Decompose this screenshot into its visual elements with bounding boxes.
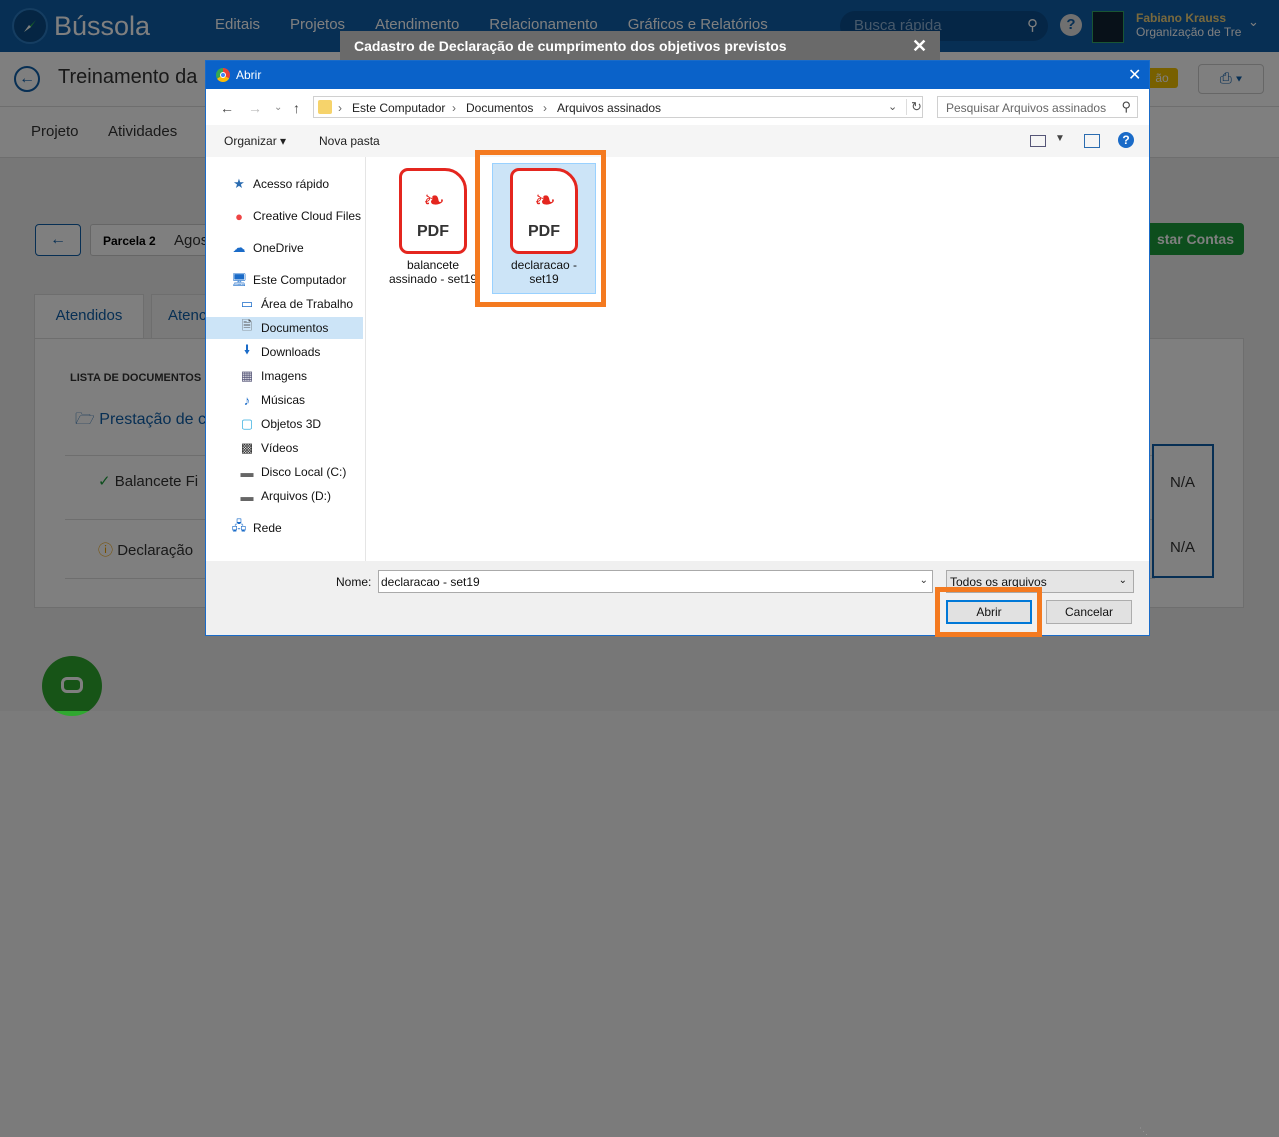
view-icon[interactable]: [1030, 135, 1046, 147]
drive-icon: ▬: [240, 488, 254, 504]
close-icon[interactable]: ✕: [1128, 65, 1141, 85]
chevron-down-icon[interactable]: ⌄: [274, 102, 282, 113]
sidebar-item-este-computador[interactable]: 🖥 Este Computador: [206, 269, 390, 291]
image-icon: ▦: [240, 368, 254, 383]
file-type-label: PDF: [417, 223, 449, 240]
chevron-down-icon[interactable]: ▼: [1055, 133, 1065, 144]
video-icon: ▩: [240, 440, 254, 455]
sidebar-item-label: Vídeos: [261, 441, 299, 455]
sidebar-item-label: Disco Local (C:): [261, 465, 347, 479]
file-highlight-box: [475, 150, 606, 307]
sidebar-item-label: Rede: [253, 521, 282, 535]
file-name: balancete: [406, 258, 460, 272]
sidebar-item-label: Este Computador: [253, 273, 347, 287]
organize-button[interactable]: Organizar ▾: [224, 134, 286, 148]
file-item-balancete[interactable]: ❧ PDF balancete assinado - set19: [388, 167, 478, 294]
refresh-icon[interactable]: ↻: [906, 99, 922, 115]
back-arrow-icon[interactable]: ←: [220, 100, 234, 116]
search-icon: ⚲: [1121, 99, 1131, 114]
sidebar-item-label: Creative Cloud Files: [253, 209, 362, 223]
sidebar-item-label: Imagens: [261, 369, 308, 383]
sidebar-item-label: Acesso rápido: [253, 177, 330, 191]
pdf-file-icon: ❧ PDF: [399, 168, 467, 254]
acrobat-icon: ❧: [423, 185, 445, 215]
sidebar-item-creative-cloud[interactable]: ● Creative Cloud Files: [206, 205, 390, 227]
dialog-titlebar: Abrir ✕: [206, 61, 1149, 89]
open-button-highlight-box: [935, 587, 1042, 637]
chevron-down-icon[interactable]: ⌄: [888, 100, 897, 113]
command-bar: Organizar ▾ Nova pasta ▼ ?: [206, 125, 1149, 157]
sidebar-item-label: Músicas: [261, 393, 306, 407]
sidebar-item-label: OneDrive: [253, 241, 304, 255]
forward-arrow-icon[interactable]: →: [248, 100, 262, 116]
address-bar-row: ← → ⌄ ↑ › Este Computador › Documentos ›…: [206, 89, 1149, 125]
chrome-icon: [216, 68, 230, 82]
open-file-dialog: Abrir ✕ ← → ⌄ ↑ › Este Computador › Docu…: [205, 60, 1150, 1136]
cube-icon: ▢: [240, 416, 254, 431]
sidebar-item-label: Downloads: [261, 345, 321, 359]
breadcrumb-este-computador[interactable]: Este Computador: [352, 101, 445, 115]
close-icon[interactable]: ✕: [912, 36, 927, 57]
dialog-title: Abrir: [236, 68, 262, 82]
filename-value: declaracao - set19: [381, 575, 480, 589]
cancel-button[interactable]: Cancelar: [1046, 600, 1132, 624]
sidebar-item-rede[interactable]: 🖧 Rede: [206, 517, 390, 539]
help-icon[interactable]: ?: [1118, 132, 1134, 148]
sidebar-item-documentos[interactable]: 🗎 Documentos: [206, 317, 363, 339]
breadcrumb-documentos[interactable]: Documentos: [466, 101, 533, 115]
file-name: assinado - set19: [388, 272, 478, 286]
sidebar-item-label: Arquivos (D:): [261, 489, 332, 503]
computer-icon: 🖥: [231, 272, 248, 287]
address-bar[interactable]: › Este Computador › Documentos › Arquivo…: [313, 96, 923, 118]
sidebar-item-label: Documentos: [261, 321, 329, 335]
drive-icon: ▬: [240, 464, 254, 480]
creative-cloud-icon: ●: [235, 208, 243, 224]
search-placeholder: Pesquisar Arquivos assinados: [946, 101, 1107, 115]
sidebar-item-acesso-rapido[interactable]: ★ Acesso rápido: [206, 173, 390, 195]
new-folder-button[interactable]: Nova pasta: [319, 134, 380, 148]
chevron-down-icon: ⌄: [1118, 575, 1127, 586]
document-icon: 🗎: [241, 318, 253, 333]
sidebar-item-onedrive[interactable]: ☁ OneDrive: [206, 237, 390, 259]
up-arrow-icon[interactable]: ↑: [293, 100, 300, 116]
navigation-pane: ★ Acesso rápido ● Creative Cloud Files ☁…: [206, 157, 366, 561]
search-input[interactable]: Pesquisar Arquivos assinados ⚲: [937, 96, 1138, 118]
name-label: Nome:: [336, 575, 372, 589]
cloud-icon: ☁: [232, 240, 246, 255]
star-icon: ★: [233, 176, 245, 191]
network-icon: 🖧: [231, 518, 247, 533]
folder-icon: [318, 100, 332, 114]
modal-header: Cadastro de Declaração de cumprimento do…: [340, 31, 940, 61]
download-icon: 🠛: [243, 342, 251, 357]
preview-pane-icon[interactable]: [1084, 134, 1100, 148]
breadcrumb-arquivos-assinados[interactable]: Arquivos assinados: [557, 101, 661, 115]
chevron-down-icon[interactable]: ⌄: [920, 575, 928, 586]
modal-title: Cadastro de Declaração de cumprimento do…: [354, 38, 787, 54]
sidebar-item-label: Área de Trabalho: [261, 297, 354, 311]
desktop-icon: ▭: [240, 296, 254, 311]
resize-grip-icon[interactable]: ⋱: [1139, 1126, 1148, 1137]
sidebar-item-label: Objetos 3D: [261, 417, 322, 431]
filename-input[interactable]: declaracao - set19 ⌄: [378, 570, 933, 593]
music-icon: ♪: [243, 392, 251, 408]
